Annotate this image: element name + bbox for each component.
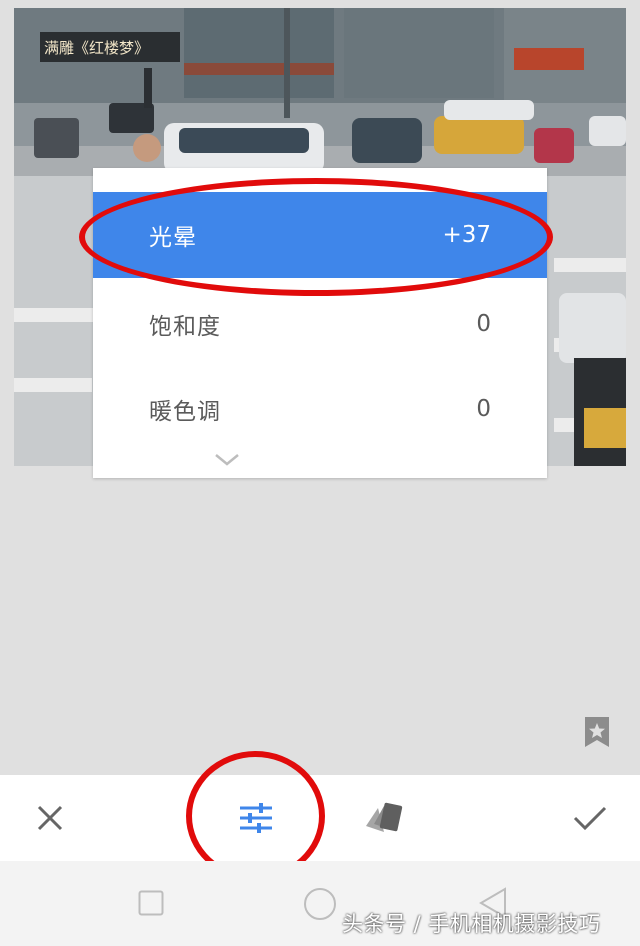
menu-item-warmth[interactable]: 暖色调 0 <box>93 366 547 452</box>
menu-item-value: 0 <box>476 311 491 337</box>
bookmark-star-icon[interactable] <box>584 716 610 748</box>
menu-item-label: 暖色调 <box>149 399 221 425</box>
shop-sign-text: 满雕《红楼梦》 <box>44 39 149 57</box>
apply-button[interactable] <box>550 775 630 861</box>
styles-cards-icon <box>366 802 403 832</box>
watermark-text: 头条号 / 手机相机摄影技巧 <box>342 912 601 936</box>
chevron-down-icon[interactable] <box>213 452 241 468</box>
check-icon <box>573 806 607 831</box>
menu-item-label: 饱和度 <box>149 314 221 340</box>
cancel-button[interactable] <box>10 775 90 861</box>
recent-apps-icon[interactable] <box>138 890 164 916</box>
styles-button[interactable] <box>344 775 424 861</box>
close-icon <box>37 805 63 831</box>
menu-item-value: 0 <box>476 396 491 422</box>
home-icon[interactable] <box>303 887 337 921</box>
highlight-annotation-ellipse <box>79 178 553 296</box>
